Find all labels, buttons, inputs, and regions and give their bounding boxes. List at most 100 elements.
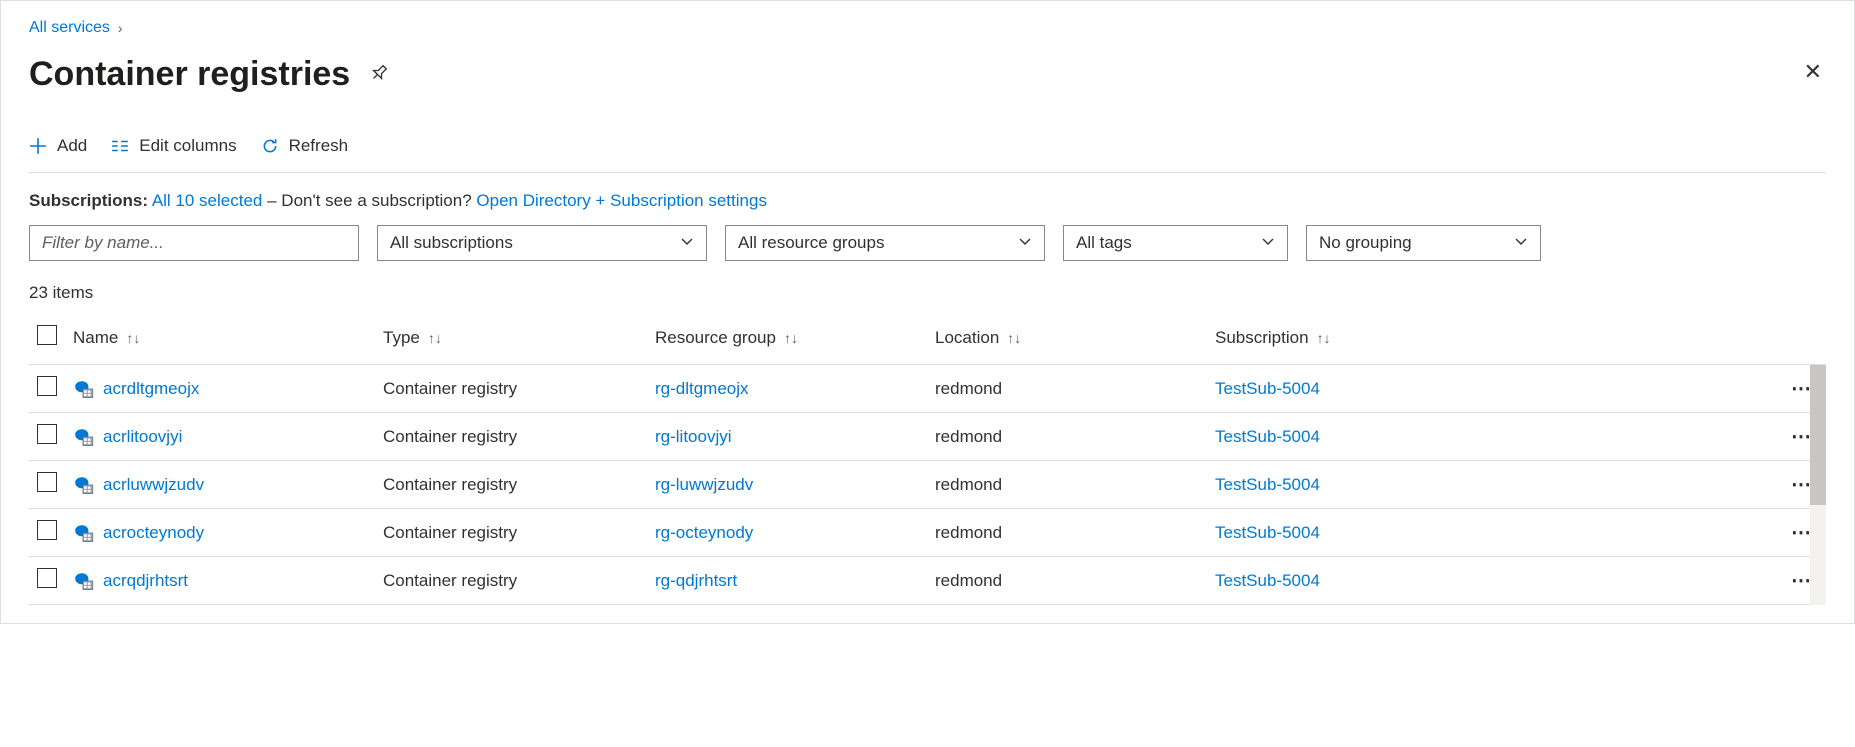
table-row: acrocteynody Container registryrg-octeyno… <box>29 509 1826 557</box>
table-row: acrdltgmeojx Container registryrg-dltgmeo… <box>29 365 1826 413</box>
column-header-subscription-label: Subscription <box>1215 328 1309 348</box>
resource-group-link[interactable]: rg-dltgmeojx <box>655 379 749 398</box>
toolbar: Add Edit columns Refresh <box>29 136 1826 173</box>
location-cell: redmond <box>935 379 1215 399</box>
sort-icon: ↑↓ <box>784 330 798 346</box>
refresh-icon <box>261 137 279 155</box>
type-cell: Container registry <box>383 427 655 447</box>
column-header-resource-group[interactable]: Resource group ↑↓ <box>655 328 935 348</box>
table-row: acrluwwjzudv Container registryrg-luwwjzu… <box>29 461 1826 509</box>
chevron-down-icon <box>1018 233 1032 253</box>
resource-group-link[interactable]: rg-octeynody <box>655 523 753 542</box>
chevron-right-icon: › <box>118 20 123 36</box>
scrollbar-thumb[interactable] <box>1810 365 1826 505</box>
subscriptions-filter-select[interactable]: All subscriptions <box>377 225 707 261</box>
subscription-link[interactable]: TestSub-5004 <box>1215 475 1320 494</box>
type-cell: Container registry <box>383 523 655 543</box>
add-button[interactable]: Add <box>29 136 87 156</box>
edit-columns-label: Edit columns <box>139 136 236 156</box>
columns-icon <box>111 137 129 155</box>
refresh-button[interactable]: Refresh <box>261 136 349 156</box>
row-checkbox[interactable] <box>37 520 57 540</box>
registry-name-link[interactable]: acrocteynody <box>103 523 204 543</box>
select-all-checkbox[interactable] <box>37 325 57 345</box>
filter-row: All subscriptions All resource groups Al… <box>29 225 1826 261</box>
breadcrumb-all-services-link[interactable]: All services <box>29 19 110 37</box>
column-header-location[interactable]: Location ↑↓ <box>935 328 1215 348</box>
row-checkbox[interactable] <box>37 376 57 396</box>
column-header-type-label: Type <box>383 328 420 348</box>
plus-icon <box>29 137 47 155</box>
breadcrumb: All services › <box>29 19 1826 37</box>
sort-icon: ↑↓ <box>1007 330 1021 346</box>
grouping-label: No grouping <box>1319 233 1412 253</box>
registry-name-link[interactable]: acrqdjrhtsrt <box>103 571 188 591</box>
sort-icon: ↑↓ <box>126 330 140 346</box>
refresh-label: Refresh <box>289 136 349 156</box>
resource-group-link[interactable]: rg-luwwjzudv <box>655 475 753 494</box>
location-cell: redmond <box>935 427 1215 447</box>
page-container: All services › Container registries ✕ Ad… <box>0 0 1855 624</box>
registry-name-link[interactable]: acrdltgmeojx <box>103 379 199 399</box>
type-cell: Container registry <box>383 571 655 591</box>
row-checkbox[interactable] <box>37 472 57 492</box>
container-registry-icon <box>73 379 93 399</box>
scrollbar-track[interactable] <box>1810 365 1826 605</box>
registry-name-link[interactable]: acrlitoovjyi <box>103 427 182 447</box>
resource-groups-filter-select[interactable]: All resource groups <box>725 225 1045 261</box>
location-cell: redmond <box>935 571 1215 591</box>
registry-name-link[interactable]: acrluwwjzudv <box>103 475 204 495</box>
type-cell: Container registry <box>383 475 655 495</box>
add-label: Add <box>57 136 87 156</box>
page-title: Container registries <box>29 55 350 94</box>
column-header-rg-label: Resource group <box>655 328 776 348</box>
subscription-link[interactable]: TestSub-5004 <box>1215 571 1320 590</box>
container-registry-icon <box>73 571 93 591</box>
pin-icon[interactable] <box>362 60 392 90</box>
location-cell: redmond <box>935 475 1215 495</box>
sort-icon: ↑↓ <box>1317 330 1331 346</box>
edit-columns-button[interactable]: Edit columns <box>111 136 236 156</box>
subscriptions-label: Subscriptions: <box>29 191 148 210</box>
type-cell: Container registry <box>383 379 655 399</box>
resource-groups-filter-label: All resource groups <box>738 233 884 253</box>
subscription-link[interactable]: TestSub-5004 <box>1215 379 1320 398</box>
column-header-name[interactable]: Name ↑↓ <box>73 328 383 348</box>
title-row: Container registries <box>29 55 1826 94</box>
subscription-link[interactable]: TestSub-5004 <box>1215 427 1320 446</box>
chevron-down-icon <box>1261 233 1275 253</box>
tags-filter-select[interactable]: All tags <box>1063 225 1288 261</box>
chevron-down-icon <box>1514 233 1528 253</box>
location-cell: redmond <box>935 523 1215 543</box>
resource-group-link[interactable]: rg-litoovjyi <box>655 427 732 446</box>
resource-group-link[interactable]: rg-qdjrhtsrt <box>655 571 737 590</box>
grouping-select[interactable]: No grouping <box>1306 225 1541 261</box>
table-body: acrdltgmeojxContainer registryrg-dltgmeo… <box>29 365 1826 605</box>
subscriptions-missing-text: – Don't see a subscription? <box>267 191 472 210</box>
subscriptions-filter-label: All subscriptions <box>390 233 513 253</box>
subscription-settings-link[interactable]: Open Directory + Subscription settings <box>476 191 767 210</box>
table-row: acrqdjrhtsrt Container registryrg-qdjrhts… <box>29 557 1826 605</box>
close-icon: ✕ <box>1804 59 1822 84</box>
container-registry-icon <box>73 523 93 543</box>
container-registry-icon <box>73 475 93 495</box>
name-filter-input[interactable] <box>29 225 359 261</box>
chevron-down-icon <box>680 233 694 253</box>
subscription-link[interactable]: TestSub-5004 <box>1215 523 1320 542</box>
column-header-name-label: Name <box>73 328 118 348</box>
column-header-location-label: Location <box>935 328 999 348</box>
tags-filter-label: All tags <box>1076 233 1132 253</box>
table-row: acrlitoovjyi Container registryrg-litoovj… <box>29 413 1826 461</box>
column-header-type[interactable]: Type ↑↓ <box>383 328 655 348</box>
subscriptions-line: Subscriptions: All 10 selected – Don't s… <box>29 191 1826 211</box>
row-checkbox[interactable] <box>37 568 57 588</box>
subscriptions-selected-link[interactable]: All 10 selected <box>152 191 263 210</box>
items-count: 23 items <box>29 283 1826 303</box>
table: Name ↑↓ Type ↑↓ Resource group ↑↓ Locati… <box>29 315 1826 605</box>
container-registry-icon <box>73 427 93 447</box>
table-header-row: Name ↑↓ Type ↑↓ Resource group ↑↓ Locati… <box>29 315 1826 365</box>
column-header-subscription[interactable]: Subscription ↑↓ <box>1215 328 1778 348</box>
sort-icon: ↑↓ <box>428 330 442 346</box>
row-checkbox[interactable] <box>37 424 57 444</box>
close-button[interactable]: ✕ <box>1804 59 1822 85</box>
